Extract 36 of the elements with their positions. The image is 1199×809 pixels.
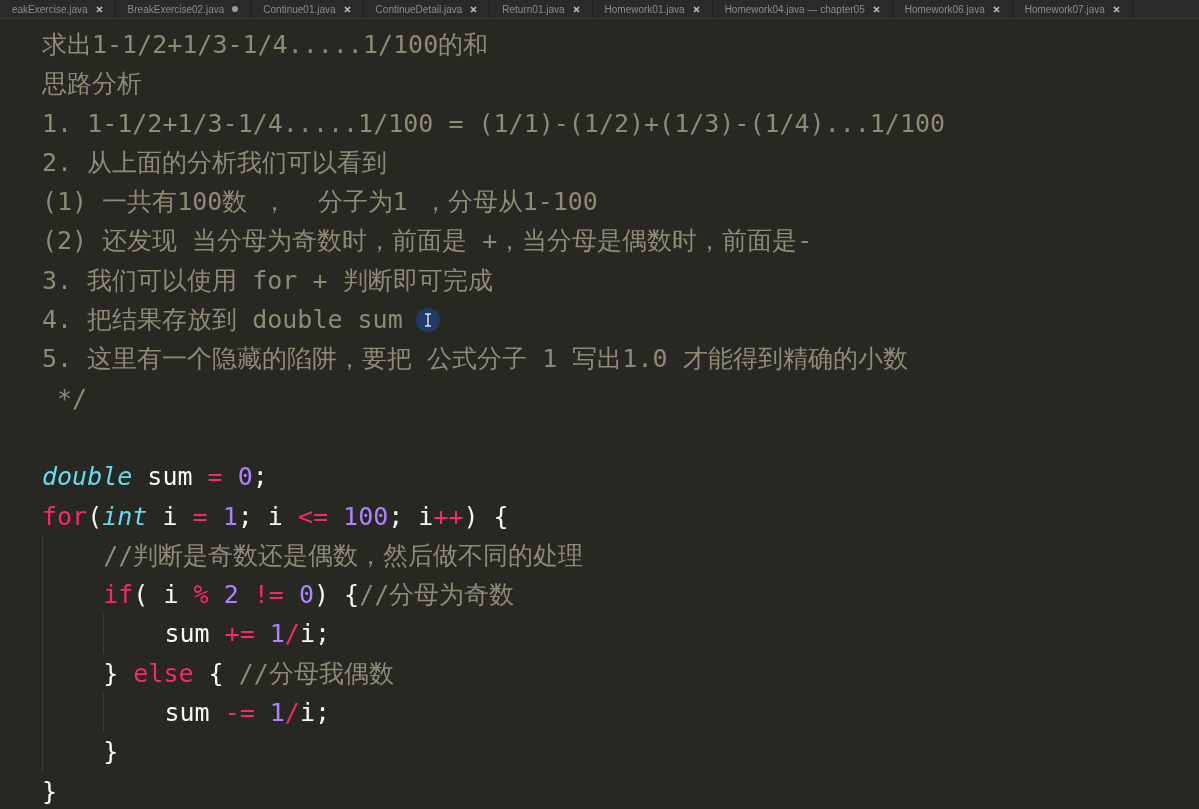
close-icon[interactable]: [992, 5, 1000, 13]
file-tab[interactable]: eakExercise.java: [0, 0, 116, 18]
file-tab[interactable]: BreakExercise02.java: [115, 0, 252, 18]
code-line: 4. 把结果存放到 double sum: [42, 304, 403, 337]
file-tab[interactable]: Homework01.java: [592, 0, 713, 18]
file-tab[interactable]: Homework07.java: [1012, 0, 1133, 18]
code-line: */: [56, 382, 88, 415]
code-line: 3. 我们可以使用 for + 判断即可完成: [42, 264, 493, 297]
close-icon[interactable]: [470, 5, 478, 13]
code-line: }: [42, 775, 58, 808]
close-icon[interactable]: [872, 5, 880, 13]
code-line: }: [103, 736, 119, 769]
close-icon[interactable]: [95, 5, 103, 13]
code-line: //判断是奇数还是偶数，然后做不同的处理: [103, 539, 584, 572]
code-line: if( i % 2 != 0) {//分母为奇数: [103, 579, 515, 612]
file-tab[interactable]: ContinueDetail.java: [363, 0, 491, 18]
code-line: (2) 还发现 当分母为奇数时，前面是 +，当分母是偶数时，前面是-: [42, 225, 813, 258]
code-line: double sum = 0;: [42, 461, 268, 494]
code-line: (1) 一共有100数 ， 分子为1 ，分母从1-100: [42, 186, 598, 219]
close-icon[interactable]: [572, 5, 580, 13]
close-icon[interactable]: [692, 5, 700, 13]
close-icon[interactable]: [1112, 5, 1120, 13]
file-tab[interactable]: Continue01.java: [251, 0, 364, 18]
code-line: 思路分析: [42, 68, 142, 101]
code-line: } else { //分母我偶数: [103, 657, 394, 690]
file-tab[interactable]: Homework04.java — chapter05: [712, 0, 893, 18]
code-line: sum -= 1/i;: [164, 697, 330, 730]
file-tab[interactable]: Return01.java: [490, 0, 593, 18]
code-line: 2. 从上面的分析我们可以看到: [42, 146, 388, 179]
code-line: sum += 1/i;: [164, 618, 330, 651]
file-tab[interactable]: Homework06.java: [892, 0, 1013, 18]
code-line: 求出1-1/2+1/3-1/4.....1/100的和: [42, 29, 489, 61]
code-line: for(int i = 1; i <= 100; i++) {: [42, 500, 509, 533]
code-line: 5. 这里有一个隐藏的陷阱，要把 公式分子 1 写出1.0 才能得到精确的小数: [42, 343, 908, 376]
code-line: 1. 1-1/2+1/3-1/4.....1/100 = (1/1)-(1/2)+(1/3)-(1/4)...1/100: [42, 107, 946, 140]
close-icon[interactable]: [343, 5, 351, 13]
